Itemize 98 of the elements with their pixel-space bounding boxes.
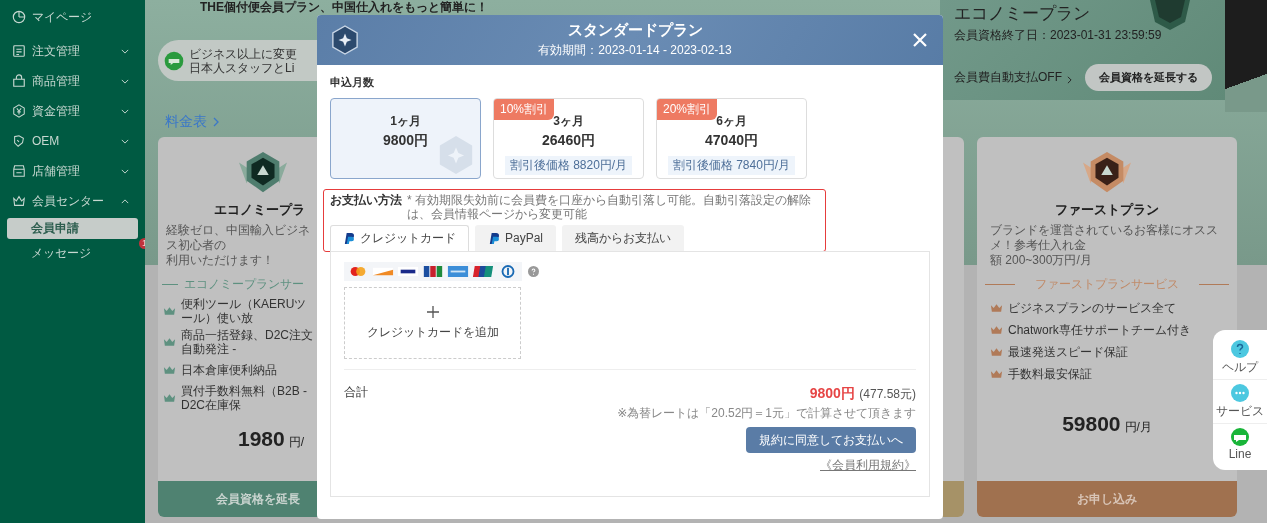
option-price: 9800円 — [382, 132, 429, 150]
option-price: 47040円 — [705, 132, 758, 150]
service-item: 商品一括登録、D2C注文自動発注 - — [181, 328, 313, 356]
crown-icon — [990, 369, 1003, 379]
service-item: 買付手数料無料（B2B - D2C在庫保 — [181, 384, 308, 412]
discount-tag: 20%割引 — [657, 99, 718, 120]
sidebar-item[interactable]: マイページ — [0, 2, 145, 32]
dialog-title: スタンダードプラン — [566, 21, 704, 40]
option-months: 1ヶ月 — [390, 113, 421, 130]
floating-menu-item[interactable]: サービス — [1213, 380, 1267, 424]
discount-tag: 10%割引 — [494, 99, 555, 120]
plan-description: ブランドを運営されているお客様にオススメ！参考仕入れ金 額 200~300万円/月 — [989, 223, 1219, 268]
extend-button[interactable]: 会員資格を延長する — [1085, 64, 1212, 91]
crown-icon — [163, 365, 176, 375]
caret-icon — [121, 138, 129, 144]
plan-description: 経験ゼロ、中国輸入ビジネス初心者の 利用いただけます！ — [166, 223, 311, 268]
close-button[interactable] — [911, 31, 929, 49]
plan-option[interactable]: 10%割引 3ヶ月 26460円 割引後価格 8820円/月 — [493, 98, 644, 179]
service-item: 手数料最安保証 — [1008, 367, 1092, 381]
sidebar-item[interactable]: 店舗管理 — [0, 156, 145, 186]
sidebar-item[interactable]: 商品管理 — [0, 66, 145, 96]
services-heading: ファーストプランサービス — [1034, 276, 1180, 293]
menu-item-icon — [12, 194, 26, 208]
card-brand-icon — [472, 264, 494, 279]
notice-text: 日本人スタッフとLi — [189, 60, 296, 75]
services-heading: エコノミープランサー — [184, 276, 304, 293]
expiry-date: 会員資格終了日：2023-01-31 23:59:59 — [954, 27, 1162, 44]
plan-name: ファーストプラン — [1055, 201, 1159, 219]
plan-option[interactable]: 1ヶ月 9800円 — [330, 98, 481, 179]
chat-icon — [1230, 383, 1250, 403]
plan-price: 1980 — [238, 427, 285, 451]
menu-item-icon — [12, 104, 26, 118]
paypal-icon — [343, 232, 354, 245]
service-item: 最速発送スピード保証 — [1008, 345, 1128, 359]
service-item: Chatwork専任サポートチーム付き — [1008, 323, 1191, 337]
plan-name: エコノミープラ — [214, 201, 305, 219]
submenu-item[interactable]: 会員申請 — [7, 218, 138, 239]
caret-icon — [121, 198, 129, 204]
plan-option[interactable]: 20%割引 6ヶ月 47040円 割引後価格 7840円/月 — [656, 98, 807, 179]
menu-item-icon — [12, 134, 26, 148]
notice-text: ビジネス以上に変更 — [189, 46, 297, 61]
monthly-price-tag: 割引後価格 7840円/月 — [667, 156, 796, 175]
price-unit: 円/ — [288, 434, 305, 451]
caret-icon — [121, 168, 129, 174]
crown-icon — [163, 306, 176, 316]
caret-icon — [121, 78, 129, 84]
service-item: ビジネスプランのサービス全て — [1008, 301, 1176, 315]
help-icon[interactable] — [528, 266, 539, 277]
menu-item-icon — [12, 44, 26, 58]
autopay-link[interactable]: 会員費自動支払OFF — [954, 69, 1072, 86]
chevron-icon — [1067, 75, 1072, 84]
caret-icon — [121, 48, 129, 54]
chevron-icon — [213, 117, 219, 127]
floating-menu-item[interactable]: Line — [1213, 424, 1267, 464]
sidebar-item[interactable]: 会員センター — [0, 186, 145, 216]
validity-period: 有効期間：2023-01-14 - 2023-02-13 — [537, 42, 733, 59]
menu-item-icon — [12, 10, 26, 24]
floating-menu-item[interactable]: ヘルプ — [1213, 336, 1267, 380]
crown-icon — [990, 325, 1003, 335]
hexagon-logo-icon — [331, 25, 359, 55]
plan-price: 59800 — [1062, 412, 1121, 436]
payment-tab[interactable]: クレジットカード — [330, 225, 469, 251]
banner-title: THE個付便会員プラン、中国仕入れをもっと簡単に！ — [200, 0, 489, 15]
paypal-icon — [488, 231, 499, 245]
crown-icon — [163, 337, 176, 347]
total-price: 9800円 — [809, 385, 855, 401]
sidebar-item[interactable]: OEM — [0, 126, 145, 156]
plan-name: エコノミープラン — [954, 3, 1090, 25]
crown-icon — [990, 347, 1003, 357]
menu-item-icon — [12, 164, 26, 178]
payment-tab[interactable]: 残高からお支払い — [562, 225, 685, 251]
add-card-button[interactable]: クレジットカードを追加 — [344, 287, 521, 359]
crown-icon — [163, 393, 176, 403]
terms-link[interactable]: 《会員利用規約》 — [820, 457, 916, 474]
plus-icon — [426, 305, 439, 318]
payment-tab[interactable]: PayPal — [475, 225, 557, 251]
exchange-rate-note: ※為替レートは「20.52円＝1元」で計算させて頂きます — [617, 405, 916, 422]
pay-button[interactable]: 規約に同意してお支払いへ — [746, 427, 916, 453]
card-brand-icon — [447, 264, 469, 279]
service-item: 日本倉庫便利納品 — [181, 363, 277, 377]
option-months: 3ヶ月 — [553, 113, 584, 130]
option-months: 6ヶ月 — [716, 113, 747, 130]
service-item: 便利ツール（KAERUツール）使い放 — [181, 297, 308, 325]
caret-icon — [121, 108, 129, 114]
sidebar-item[interactable]: 注文管理 — [0, 36, 145, 66]
section-label: お支払い方法 — [330, 192, 402, 209]
monthly-price-tag: 割引後価格 8820円/月 — [504, 156, 633, 175]
sidebar-item[interactable]: 資金管理 — [0, 96, 145, 126]
price-unit: 円/月 — [1124, 419, 1152, 436]
menu-item-icon — [12, 74, 26, 88]
total-yuan: (477.58元) — [859, 387, 916, 401]
option-price: 26460円 — [542, 132, 595, 150]
total-label: 合計 — [344, 384, 368, 401]
hexagon-watermark-icon — [437, 134, 475, 176]
crown-icon — [990, 303, 1003, 313]
card-brand-icon — [422, 264, 444, 279]
payment-note: * 有効期限失効前に会員費を口座から自動引落し可能。自動引落設定の解除は、会員情報ページから変更可能 — [407, 193, 812, 221]
help-icon — [1230, 339, 1250, 359]
